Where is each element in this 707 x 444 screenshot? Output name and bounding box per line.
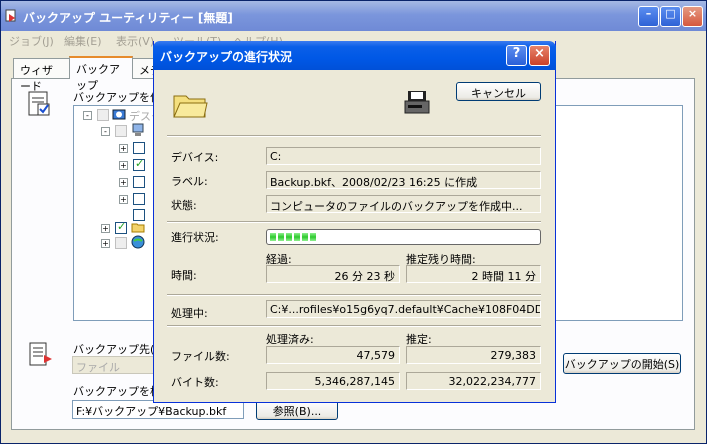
files-estimated-value: 279,383 <box>406 346 541 364</box>
backup-destination-icon <box>29 342 52 366</box>
divider <box>167 325 541 327</box>
tree-expander[interactable]: - <box>101 127 110 136</box>
label-label: ラベル: <box>171 175 208 188</box>
tree-checkbox[interactable] <box>133 193 145 205</box>
progress-block <box>302 233 308 241</box>
status-value: コンピュータのファイルのバックアップを作成中... <box>266 195 541 213</box>
processing-value: C:¥...rofiles¥o15g6yq7.default¥Cache¥108… <box>266 300 541 318</box>
backup-list-icon <box>28 91 50 116</box>
tree-expander[interactable]: - <box>83 111 92 120</box>
menu-job[interactable]: ジョブ(J) <box>9 33 54 49</box>
status-label: 状態: <box>171 199 197 212</box>
tree-expander[interactable]: + <box>119 178 128 187</box>
files-processed-value: 47,579 <box>266 346 400 364</box>
folder-icon <box>173 95 208 118</box>
tree-checkbox[interactable] <box>97 109 109 121</box>
divider <box>167 135 541 137</box>
estimated-header: 推定: <box>406 333 432 346</box>
tree-checkbox[interactable] <box>133 176 145 188</box>
tree-checkbox[interactable] <box>115 125 127 137</box>
help-button[interactable]: ? <box>506 45 527 66</box>
main-titlebar[interactable]: バックアップ ユーティリティー [無題] – □ × <box>1 1 706 31</box>
backup-app-icon <box>5 9 16 22</box>
processed-header: 処理済み: <box>266 333 314 346</box>
files-label: ファイル数: <box>171 350 230 363</box>
menu-view[interactable]: 表示(V) <box>116 33 154 49</box>
dialog-close-button[interactable]: × <box>529 45 550 66</box>
computer-icon <box>132 123 144 136</box>
divider <box>167 294 541 296</box>
tree-checkbox[interactable] <box>133 142 145 154</box>
time-label: 時間: <box>171 269 197 282</box>
tree-expander[interactable]: + <box>119 161 128 170</box>
tree-checkbox[interactable] <box>115 220 127 234</box>
close-button[interactable]: × <box>682 6 703 27</box>
processing-label: 処理中: <box>171 307 208 320</box>
device-label: デバイス: <box>171 151 219 164</box>
elapsed-value: 26 分 23 秒 <box>266 265 400 283</box>
bytes-label: バイト数: <box>171 376 219 389</box>
tree-expander[interactable]: + <box>119 195 128 204</box>
tree-expander[interactable]: + <box>101 239 110 248</box>
tab-backup[interactable]: バックアップ <box>69 56 133 92</box>
label-value: Backup.bkf、2008/02/23 16:25 に作成 <box>266 171 541 189</box>
device-value: C: <box>266 147 541 165</box>
desktop-icon <box>112 109 126 120</box>
tree-checkbox[interactable] <box>133 157 145 171</box>
progress-block <box>310 233 316 241</box>
start-backup-button[interactable]: バックアップの開始(S) <box>563 353 681 374</box>
progress-block <box>286 233 292 241</box>
maximize-button[interactable]: □ <box>660 6 681 27</box>
progress-bar <box>266 229 541 245</box>
progress-label: 進行状況: <box>171 231 219 244</box>
tab-wizard[interactable]: ウィザード <box>13 58 70 93</box>
progress-block <box>294 233 300 241</box>
cancel-button[interactable]: キャンセル <box>456 82 541 101</box>
tree-checkbox[interactable] <box>115 237 127 249</box>
remaining-value: 2 時間 11 分 <box>406 265 541 283</box>
bytes-processed-value: 5,346,287,145 <box>266 372 400 390</box>
menu-edit[interactable]: 編集(E) <box>64 33 102 49</box>
dialog-title: バックアップの進行状況 <box>160 50 293 64</box>
bytes-estimated-value: 32,022,234,777 <box>406 372 541 390</box>
main-title: バックアップ ユーティリティー [無題] <box>23 11 233 25</box>
dialog-titlebar[interactable]: バックアップの進行状況 ? × <box>153 41 556 70</box>
tree-expander[interactable]: + <box>101 224 110 233</box>
backup-progress-dialog: バックアップの進行状況 ? × キャンセル デバイス: C: ラベル: Back… <box>153 41 556 403</box>
backup-drive-icon <box>404 91 430 114</box>
divider <box>167 221 541 223</box>
tree-expander[interactable]: + <box>119 144 128 153</box>
folder-icon <box>131 223 145 233</box>
progress-block <box>278 233 284 241</box>
minimize-button[interactable]: – <box>638 6 659 27</box>
browse-button[interactable]: 参照(B)... <box>256 400 338 420</box>
progress-block <box>270 233 276 241</box>
destination-select[interactable]: ファイル <box>72 356 162 374</box>
network-icon <box>131 235 145 249</box>
